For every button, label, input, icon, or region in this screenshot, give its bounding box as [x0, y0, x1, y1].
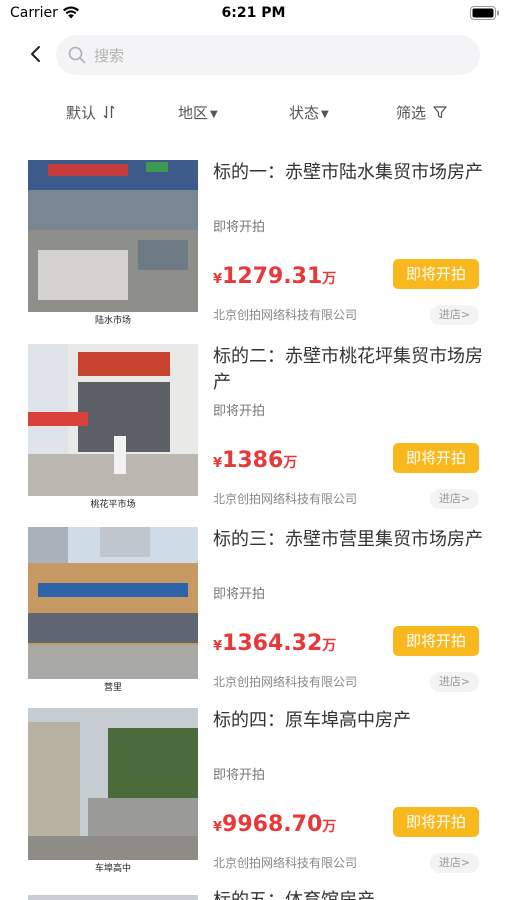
company-name: 北京创拍网络科技有限公司	[213, 308, 358, 322]
item-title: 标的四：原车埠高中房产	[213, 710, 411, 731]
list-item[interactable]: 陆水市场 标的一：赤壁市陆水集贸市场房产 即将开拍 ¥1279.31万 即将开拍…	[0, 160, 507, 344]
item-status: 即将开拍	[213, 587, 266, 602]
price-value: 1364.32	[222, 631, 323, 656]
filter-region[interactable]: 地区 ▼	[178, 102, 218, 123]
item-price: ¥1364.32万	[213, 631, 336, 656]
thumbnail-caption: 车埠高中	[94, 864, 131, 874]
filter-status[interactable]: 状态 ▼	[289, 102, 329, 123]
item-title: 标的二：赤壁市桃花坪集贸市场房产	[213, 346, 483, 393]
item-status: 即将开拍	[213, 768, 266, 783]
currency-symbol: ¥	[213, 456, 223, 471]
clock-label: 6:21 PM	[221, 5, 286, 21]
caret-down-icon: ▼	[210, 109, 218, 120]
currency-symbol: ¥	[213, 820, 223, 835]
thumbnail-caption: 桃花平市场	[90, 500, 136, 510]
price-value: 1279.31	[222, 264, 323, 289]
company-name: 北京创拍网络科技有限公司	[213, 675, 358, 689]
enter-store-button[interactable]: 进店>	[430, 672, 479, 692]
search-icon	[68, 46, 86, 64]
price-unit: 万	[322, 638, 337, 654]
auction-start-button[interactable]: 即将开拍	[393, 259, 479, 289]
auction-start-button[interactable]: 即将开拍	[393, 443, 479, 473]
thumbnail-caption: 陆水市场	[94, 316, 131, 326]
filter-bar: 默认 地区 ▼ 状态 ▼ 筛选	[0, 98, 507, 128]
item-thumbnail	[28, 160, 198, 312]
item-title: 标的一：赤壁市陆水集贸市场房产	[213, 162, 483, 183]
sort-icon	[103, 105, 115, 119]
market-photo	[28, 708, 198, 860]
enter-store-button[interactable]: 进店>	[430, 853, 479, 873]
filter-default[interactable]: 默认	[66, 102, 115, 123]
filter-status-label: 状态	[289, 104, 320, 122]
search-input[interactable]: 搜索	[56, 35, 480, 75]
market-photo	[28, 527, 198, 679]
item-title: 标的五：体育馆房产	[213, 889, 375, 900]
back-button[interactable]	[22, 40, 50, 68]
company-name: 北京创拍网络科技有限公司	[213, 492, 358, 506]
thumbnail-caption: 营里	[103, 683, 122, 693]
search-placeholder: 搜索	[94, 47, 125, 65]
item-thumbnail	[28, 527, 198, 679]
item-thumbnail	[28, 344, 198, 496]
filter-region-label: 地区	[178, 104, 209, 122]
item-price: ¥1279.31万	[213, 264, 336, 289]
enter-store-button[interactable]: 进店>	[430, 489, 479, 509]
price-unit: 万	[322, 271, 337, 287]
currency-symbol: ¥	[213, 272, 223, 287]
item-status: 即将开拍	[213, 220, 266, 235]
list-item[interactable]: 桃花平市场 标的二：赤壁市桃花坪集贸市场房产 即将开拍 ¥1386万 即将开拍 …	[0, 344, 507, 528]
item-price: ¥9968.70万	[213, 812, 336, 837]
price-unit: 万	[283, 455, 298, 471]
market-photo	[28, 344, 198, 496]
filter-screen-label: 筛选	[396, 104, 427, 122]
enter-store-button[interactable]: 进店>	[430, 305, 479, 325]
item-status: 即将开拍	[213, 404, 266, 419]
filter-screen[interactable]: 筛选	[396, 102, 447, 123]
caret-down-icon: ▼	[321, 109, 329, 120]
market-photo	[28, 160, 198, 312]
item-title: 标的三：赤壁市营里集贸市场房产	[213, 529, 483, 550]
item-price: ¥1386万	[213, 448, 297, 473]
battery-icon	[470, 6, 499, 20]
status-bar: Carrier 6:21 PM	[0, 0, 507, 28]
company-name: 北京创拍网络科技有限公司	[213, 856, 358, 870]
auction-start-button[interactable]: 即将开拍	[393, 626, 479, 656]
currency-symbol: ¥	[213, 639, 223, 654]
list-item[interactable]: 营里 标的三：赤壁市营里集贸市场房产 即将开拍 ¥1364.32万 即将开拍 北…	[0, 527, 507, 711]
chevron-left-icon	[31, 46, 40, 62]
list-item[interactable]: 车埠高中 标的四：原车埠高中房产 即将开拍 ¥9968.70万 即将开拍 北京创…	[0, 708, 507, 892]
item-thumbnail	[28, 708, 198, 860]
price-value: 1386	[222, 448, 284, 473]
price-value: 9968.70	[222, 812, 323, 837]
item-thumbnail	[28, 895, 198, 900]
filter-default-label: 默认	[66, 104, 97, 122]
auction-start-button[interactable]: 即将开拍	[393, 807, 479, 837]
list-item-partial[interactable]: 标的五：体育馆房产	[0, 889, 507, 900]
price-unit: 万	[322, 819, 337, 835]
filter-funnel-icon	[433, 106, 447, 119]
